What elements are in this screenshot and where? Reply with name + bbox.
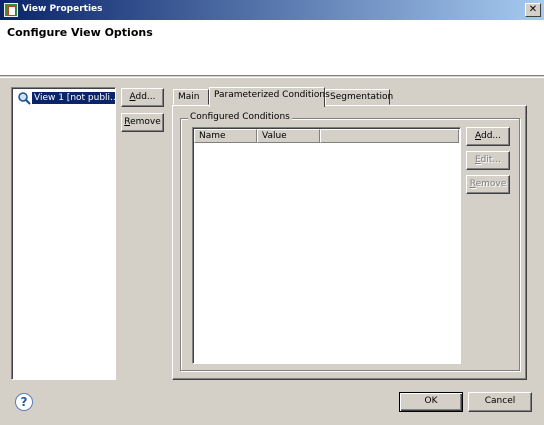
- remove-condition-button[interactable]: Remove: [466, 175, 510, 194]
- ok-button[interactable]: OK: [399, 392, 463, 412]
- column-header-filler: [320, 129, 459, 143]
- column-header-value[interactable]: Value: [257, 129, 320, 143]
- page-title: Configure View Options: [7, 26, 153, 39]
- app-icon: [4, 3, 18, 17]
- title-bar: View Properties ✕: [0, 0, 544, 20]
- tab-parameterized-conditions[interactable]: Parameterized Conditions: [209, 87, 330, 107]
- tab-segmentation-label: Segmentation: [330, 92, 394, 102]
- tab-main-label: Main: [178, 92, 200, 102]
- remove-view-label: emove: [130, 117, 161, 127]
- close-button[interactable]: ✕: [525, 3, 541, 17]
- views-list[interactable]: View 1 [not publi...: [11, 87, 116, 380]
- add-condition-button[interactable]: Add...: [466, 127, 510, 146]
- add-view-label: dd...: [135, 92, 156, 102]
- remove-view-button[interactable]: Remove: [121, 113, 164, 132]
- banner-divider: [0, 77, 544, 78]
- remove-condition-label: emove: [475, 179, 507, 189]
- column-header-value-label: Value: [262, 131, 287, 141]
- list-item-label: View 1 [not publi...: [32, 92, 115, 104]
- add-condition-label: dd...: [480, 131, 501, 141]
- view-search-icon: [18, 92, 31, 105]
- conditions-table[interactable]: Name Value: [192, 127, 461, 364]
- column-header-name-label: Name: [199, 131, 226, 141]
- cancel-label: Cancel: [484, 396, 516, 406]
- list-item[interactable]: View 1 [not publi...: [17, 91, 115, 105]
- tab-segmentation[interactable]: Segmentation: [325, 89, 394, 105]
- column-header-name[interactable]: Name: [194, 129, 257, 143]
- ok-label: OK: [424, 396, 438, 406]
- cancel-button[interactable]: Cancel: [468, 392, 532, 412]
- edit-condition-label: dit...: [480, 155, 501, 165]
- help-icon[interactable]: ?: [15, 393, 33, 411]
- edit-condition-button[interactable]: Edit...: [466, 151, 510, 170]
- tab-main[interactable]: Main: [173, 89, 209, 105]
- add-view-button[interactable]: Add...: [121, 88, 164, 107]
- window-title: View Properties: [22, 4, 103, 14]
- header-banner: Configure View Options: [0, 20, 544, 76]
- tab-parameterized-conditions-label: Parameterized Conditions: [214, 90, 330, 100]
- group-label: Configured Conditions: [188, 112, 292, 123]
